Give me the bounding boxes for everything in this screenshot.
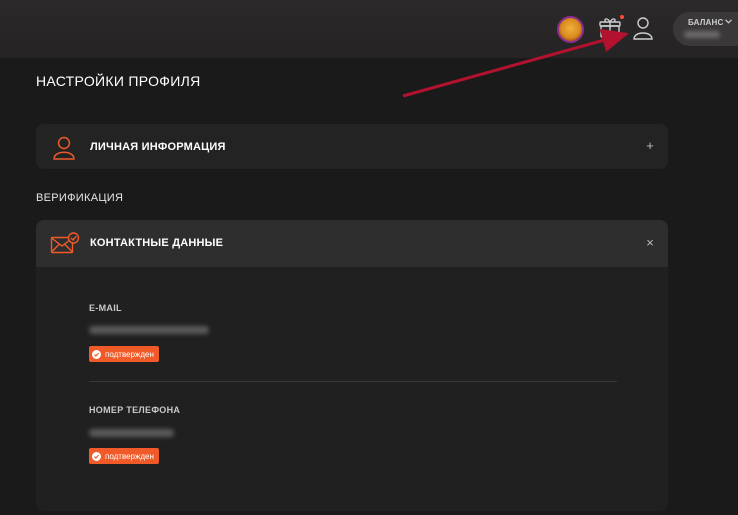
check-circle-icon <box>92 349 101 359</box>
gift-icon <box>599 18 621 38</box>
email-value-blurred <box>89 326 209 334</box>
balance-button[interactable]: БАЛАНС <box>673 12 738 46</box>
contacts-title: КОНТАКТНЫЕ ДАННЫЕ <box>90 237 224 249</box>
top-bar: БАЛАНС <box>0 0 738 58</box>
expand-button[interactable]: + <box>642 138 658 154</box>
phone-status-badge: подтвержден <box>89 448 159 464</box>
close-button[interactable]: × <box>642 235 658 251</box>
user-icon <box>633 17 653 40</box>
email-label: E-MAIL <box>89 303 122 313</box>
notification-dot <box>620 15 624 19</box>
user-icon <box>53 136 75 160</box>
page-title: НАСТРОЙКИ ПРОФИЛЯ <box>36 73 201 89</box>
phone-label: НОМЕР ТЕЛЕФОНА <box>89 405 181 415</box>
email-status-badge: подтвержден <box>89 346 159 362</box>
email-status-text: подтвержден <box>105 349 154 359</box>
contacts-card-header[interactable]: КОНТАКТНЫЕ ДАННЫЕ × <box>36 220 668 267</box>
balance-label: БАЛАНС <box>688 18 724 27</box>
personal-info-card[interactable]: ЛИЧНАЯ ИНФОРМАЦИЯ + <box>36 124 668 169</box>
avatar[interactable] <box>557 16 584 43</box>
balance-value-blurred <box>684 31 720 38</box>
check-circle-icon <box>92 451 101 461</box>
phone-value-blurred <box>89 429 174 437</box>
gift-button[interactable] <box>597 15 623 41</box>
envelope-check-icon <box>50 232 80 254</box>
profile-button[interactable] <box>631 14 655 42</box>
personal-info-title: ЛИЧНАЯ ИНФОРМАЦИЯ <box>90 141 226 153</box>
contacts-card: КОНТАКТНЫЕ ДАННЫЕ × E-MAIL подтвержден Н… <box>36 220 668 511</box>
verification-section-title: ВЕРИФИКАЦИЯ <box>36 192 124 204</box>
divider <box>89 381 617 382</box>
phone-status-text: подтвержден <box>105 451 154 461</box>
chevron-down-icon <box>725 19 732 24</box>
